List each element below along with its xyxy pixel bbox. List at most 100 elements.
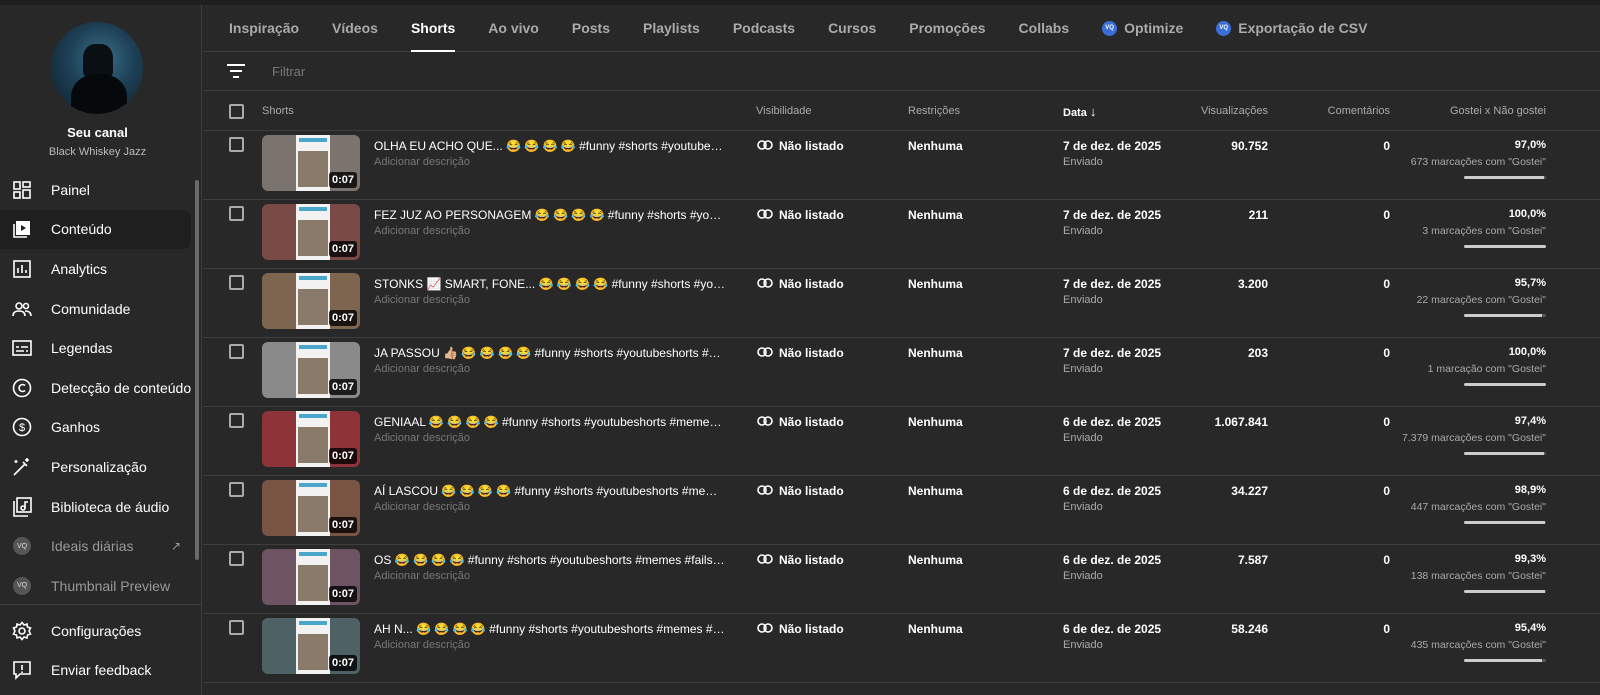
tab-label: Promoções	[909, 20, 986, 36]
filter-input[interactable]	[272, 63, 672, 79]
sidebar-item-ideais-diarias[interactable]: VQ Ideais diárias ↗	[0, 526, 195, 566]
row-checkbox[interactable]	[229, 620, 244, 635]
video-thumbnail[interactable]: 0:07	[262, 342, 360, 398]
tab-optimize[interactable]: VQ Optimize	[1102, 5, 1183, 52]
row-checkbox[interactable]	[229, 137, 244, 152]
duration-badge: 0:07	[328, 655, 357, 671]
sidebar-bottom-nav: Configurações Enviar feedback	[0, 611, 195, 690]
video-title[interactable]: FEZ JUZ AO PERSONAGEM 😂 😂 😂 😂 #funny #sh…	[374, 208, 726, 222]
video-title[interactable]: GENIAAL 😂 😂 😂 😂 #funny #shorts #youtubes…	[374, 415, 726, 429]
video-thumbnail[interactable]: 0:07	[262, 480, 360, 536]
row-checkbox[interactable]	[229, 275, 244, 290]
channel-avatar[interactable]	[51, 22, 143, 114]
col-date[interactable]: Data ↓	[1063, 104, 1096, 119]
publish-date: 6 de dez. de 2025	[1063, 484, 1162, 498]
visibility-dropdown[interactable]: Não listado	[757, 415, 844, 429]
sidebar-item-enviar-feedback[interactable]: Enviar feedback	[0, 651, 195, 691]
col-comments[interactable]: Comentários	[1328, 105, 1390, 117]
tab-videos[interactable]: Vídeos	[332, 5, 378, 52]
tab-promocoes[interactable]: Promoções	[909, 5, 985, 52]
visibility-dropdown[interactable]: Não listado	[757, 622, 844, 636]
tab-posts[interactable]: Posts	[572, 5, 610, 52]
visibility-dropdown[interactable]: Não listado	[757, 139, 844, 153]
col-restrictions[interactable]: Restrições	[908, 105, 960, 117]
tab-podcasts[interactable]: Podcasts	[733, 5, 795, 52]
video-thumbnail[interactable]: 0:07	[262, 204, 360, 260]
tab-exportacao-de-csv[interactable]: VQ Exportação de CSV	[1216, 5, 1367, 52]
tab-cursos[interactable]: Cursos	[828, 5, 876, 52]
row-checkbox[interactable]	[229, 482, 244, 497]
video-description[interactable]: Adicionar descrição	[374, 639, 470, 651]
video-description[interactable]: Adicionar descrição	[374, 432, 470, 444]
table-row[interactable]: 0:07 GENIAAL 😂 😂 😂 😂 #funny #shorts #you…	[203, 407, 1600, 476]
row-checkbox[interactable]	[229, 413, 244, 428]
sidebar-item-ganhos[interactable]: $ Ganhos	[0, 408, 195, 448]
sidebar-scrollbar[interactable]	[195, 180, 199, 560]
visibility-dropdown[interactable]: Não listado	[757, 553, 844, 567]
col-views[interactable]: Visualizações	[1201, 105, 1268, 117]
visibility-dropdown[interactable]: Não listado	[757, 346, 844, 360]
video-title[interactable]: JA PASSOU 👍🏼 😂 😂 😂 😂 #funny #shorts #you…	[374, 346, 726, 360]
table-row[interactable]: 0:07 OS 😂 😂 😂 😂 #funny #shorts #youtubes…	[203, 545, 1600, 614]
sidebar-item-deteccao-de-conteudo[interactable]: Detecção de conteúdo	[0, 368, 195, 408]
sidebar-item-legendas[interactable]: Legendas	[0, 328, 195, 368]
sidebar-item-analytics[interactable]: Analytics	[0, 249, 195, 289]
video-description[interactable]: Adicionar descrição	[374, 294, 470, 306]
tab-playlists[interactable]: Playlists	[643, 5, 700, 52]
video-title[interactable]: OS 😂 😂 😂 😂 #funny #shorts #youtubeshorts…	[374, 553, 726, 567]
video-thumbnail[interactable]: 0:07	[262, 549, 360, 605]
sidebar-item-conteudo[interactable]: Conteúdo	[0, 209, 191, 250]
video-title[interactable]: AÍ LASCOU 😂 😂 😂 😂 #funny #shorts #youtub…	[374, 484, 726, 498]
video-description[interactable]: Adicionar descrição	[374, 501, 470, 513]
link-icon	[757, 208, 779, 222]
video-thumbnail[interactable]: 0:07	[262, 135, 360, 191]
table-row[interactable]: 0:07 OLHA EU ACHO QUE... 😂 😂 😂 😂 #funny …	[203, 131, 1600, 200]
visibility-dropdown[interactable]: Não listado	[757, 208, 844, 222]
col-likes[interactable]: Gostei x Não gostei	[1450, 105, 1546, 117]
audio-library-icon	[12, 496, 32, 517]
tab-collabs[interactable]: Collabs	[1019, 5, 1070, 52]
sidebar-item-configuracoes[interactable]: Configurações	[0, 611, 195, 651]
select-all-checkbox[interactable]	[229, 104, 244, 119]
table-row[interactable]: 0:07 JA PASSOU 👍🏼 😂 😂 😂 😂 #funny #shorts…	[203, 338, 1600, 407]
video-description[interactable]: Adicionar descrição	[374, 156, 470, 168]
video-thumbnail[interactable]: 0:07	[262, 273, 360, 329]
sidebar-item-thumbnail-preview[interactable]: VQ Thumbnail Preview	[0, 566, 195, 606]
row-checkbox[interactable]	[229, 551, 244, 566]
sidebar-item-painel[interactable]: Painel	[0, 170, 195, 210]
visibility-dropdown[interactable]: Não listado	[757, 484, 844, 498]
sidebar-item-label: Personalização	[51, 458, 147, 475]
like-ratio-bar	[1464, 176, 1546, 179]
visibility-dropdown[interactable]: Não listado	[757, 277, 844, 291]
dollar-icon: $	[12, 417, 32, 437]
video-description[interactable]: Adicionar descrição	[374, 363, 470, 375]
table-row[interactable]: 0:07 AÍ LASCOU 😂 😂 😂 😂 #funny #shorts #y…	[203, 476, 1600, 545]
video-thumbnail[interactable]: 0:07	[262, 411, 360, 467]
like-ratio-bar	[1464, 521, 1546, 524]
tab-inspiracao[interactable]: Inspiração	[229, 5, 299, 52]
sidebar-item-personalizacao[interactable]: Personalização	[0, 447, 195, 487]
views-count: 7.587	[1237, 553, 1268, 567]
video-thumbnail[interactable]: 0:07	[262, 618, 360, 674]
video-title[interactable]: OLHA EU ACHO QUE... 😂 😂 😂 😂 #funny #shor…	[374, 139, 726, 153]
video-description[interactable]: Adicionar descrição	[374, 570, 470, 582]
comments-count: 0	[1383, 553, 1390, 567]
table-row[interactable]: 0:07 STONKS 📈 SMART, FONE... 😂 😂 😂 😂 #fu…	[203, 269, 1600, 338]
tab-label: Ao vivo	[488, 20, 539, 36]
row-checkbox[interactable]	[229, 206, 244, 221]
table-row[interactable]: 0:07 FEZ JUZ AO PERSONAGEM 😂 😂 😂 😂 #funn…	[203, 200, 1600, 269]
tab-shorts[interactable]: Shorts	[410, 5, 456, 52]
col-visibility[interactable]: Visibilidade	[756, 105, 811, 117]
video-title[interactable]: STONKS 📈 SMART, FONE... 😂 😂 😂 😂 #funny #…	[374, 277, 726, 291]
tab-ao-vivo[interactable]: Ao vivo	[488, 5, 539, 52]
sidebar-item-label: Conteúdo	[51, 221, 112, 238]
video-title[interactable]: AH N... 😂 😂 😂 😂 #funny #shorts #youtubes…	[374, 622, 726, 636]
sidebar-item-comunidade[interactable]: Comunidade	[0, 289, 195, 329]
upload-status: Enviado	[1063, 570, 1103, 582]
video-description[interactable]: Adicionar descrição	[374, 225, 470, 237]
table-row[interactable]: 0:07 AH N... 😂 😂 😂 😂 #funny #shorts #you…	[203, 614, 1600, 683]
row-checkbox[interactable]	[229, 344, 244, 359]
filter-icon[interactable]	[227, 64, 245, 78]
extension-icon: VQ	[12, 576, 32, 596]
sidebar-item-biblioteca-de-audio[interactable]: Biblioteca de áudio	[0, 487, 195, 527]
